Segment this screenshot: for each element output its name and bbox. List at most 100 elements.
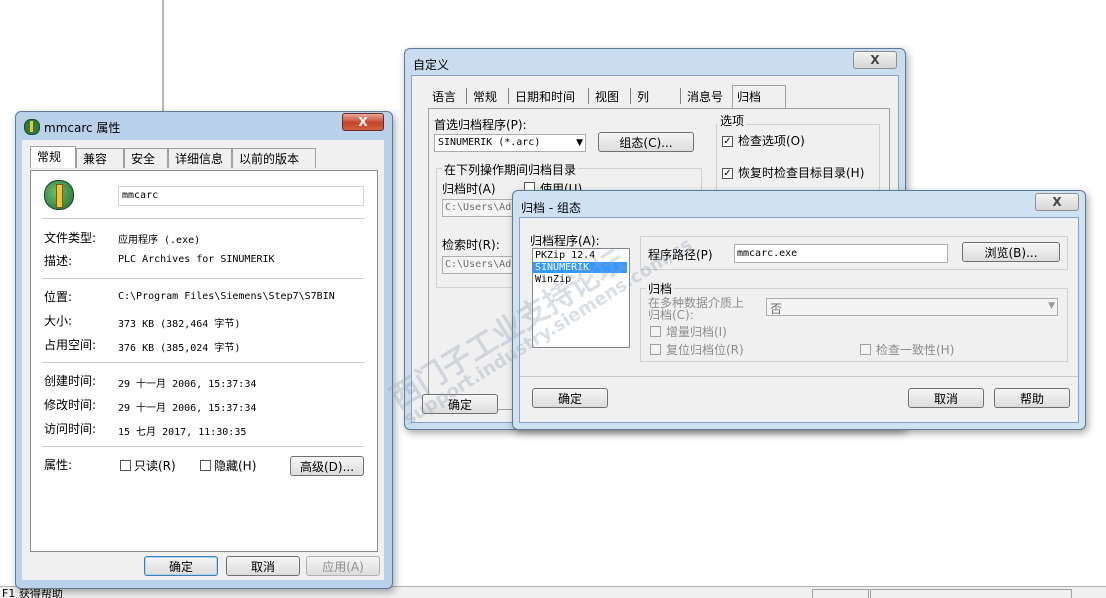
divider bbox=[42, 278, 364, 279]
readonly-checkbox[interactable] bbox=[120, 460, 131, 471]
file-type-value: 应用程序 (.exe) bbox=[118, 235, 201, 246]
tab-security-label: 安全 bbox=[131, 152, 156, 166]
tab-divider bbox=[508, 88, 509, 104]
path-input[interactable]: mmcarc.exe bbox=[734, 244, 948, 263]
programs-label: 归档程序(A): bbox=[530, 234, 600, 248]
multi-media-select[interactable]: 否 ▼ bbox=[766, 298, 1058, 316]
advanced-button[interactable]: 高级(D)... bbox=[290, 456, 364, 476]
pref-prog-label: 首选归档程序(P): bbox=[434, 118, 527, 132]
filename-value: mmcarc bbox=[122, 190, 159, 201]
divider bbox=[520, 376, 1078, 377]
tab-general[interactable]: 常规 bbox=[473, 88, 497, 105]
created-value: 29 十一月 2006, 15:37:34 bbox=[118, 379, 257, 390]
app-icon bbox=[24, 119, 40, 135]
tab-language[interactable]: 语言 bbox=[432, 88, 456, 105]
tab-compat[interactable]: 兼容性 bbox=[76, 148, 124, 186]
list-item[interactable]: PKZip 12.4 bbox=[535, 250, 625, 261]
pref-prog-select[interactable]: SINUMERIK (*.arc) ▼ bbox=[434, 134, 586, 152]
window-title: mmcarc 属性 bbox=[44, 121, 121, 135]
size-label: 大小: bbox=[44, 314, 73, 328]
tab-divider bbox=[680, 88, 681, 104]
properties-window: mmcarc 属性 X 常规 兼容性 安全 详细信息 以前的版本 mmcarc … bbox=[15, 111, 393, 589]
readonly-label: 只读(R) bbox=[134, 459, 176, 473]
config-button[interactable]: 组态(C)... bbox=[598, 132, 694, 152]
ok-label: 确定 bbox=[557, 392, 582, 406]
archive-path-field[interactable]: C:\Users\Ad bbox=[442, 199, 522, 217]
chevron-down-icon: ▼ bbox=[576, 138, 583, 148]
archive-help-button[interactable]: 帮助 bbox=[994, 388, 1070, 408]
retrieve-when-label: 检索时(R): bbox=[442, 238, 500, 252]
help-label: 帮助 bbox=[1019, 392, 1044, 406]
accessed-value: 15 七月 2017, 11:30:35 bbox=[118, 427, 247, 438]
close-button[interactable]: X bbox=[1035, 193, 1079, 211]
location-value: C:\Program Files\Siemens\Step7\S7BIN bbox=[118, 291, 335, 302]
divider bbox=[42, 218, 364, 219]
tab-general[interactable]: 常规 bbox=[30, 146, 76, 168]
archive-client: 归档程序(A): PKZip 12.4 SINUMERIK WinZip 程序路… bbox=[519, 217, 1079, 423]
ok-label: 确定 bbox=[168, 560, 193, 574]
tab-panel bbox=[30, 170, 378, 552]
incremental-checkbox[interactable] bbox=[650, 326, 661, 337]
check-consistency-checkbox[interactable] bbox=[860, 344, 871, 355]
tab-view[interactable]: 视图 bbox=[595, 88, 619, 105]
archive-dir-group-title: 在下列操作期间归档目录 bbox=[442, 161, 579, 178]
properties-client: 常规 兼容性 安全 详细信息 以前的版本 mmcarc 文件类型: 应用程序 (… bbox=[22, 140, 384, 580]
divider bbox=[42, 362, 364, 363]
tab-security[interactable]: 安全 bbox=[124, 148, 168, 168]
app-icon-accent bbox=[30, 121, 33, 132]
archive-ok-button[interactable]: 确定 bbox=[532, 388, 608, 408]
cancel-button[interactable]: 取消 bbox=[226, 556, 300, 576]
list-item-selected[interactable]: SINUMERIK bbox=[533, 262, 627, 273]
ok-label: 确定 bbox=[447, 398, 472, 412]
attributes-label: 属性: bbox=[44, 458, 73, 472]
programs-list[interactable]: PKZip 12.4 SINUMERIK WinZip bbox=[532, 248, 630, 348]
modified-label: 修改时间: bbox=[44, 398, 97, 412]
file-icon-accent bbox=[56, 184, 63, 208]
reset-bit-checkbox[interactable] bbox=[650, 344, 661, 355]
size-value: 373 KB (382,464 字节) bbox=[118, 319, 241, 330]
hidden-checkbox[interactable] bbox=[200, 460, 211, 471]
archive-when-label: 归档时(A) bbox=[442, 182, 496, 196]
tab-message-no[interactable]: 消息号 bbox=[687, 88, 723, 105]
tab-strip: 语言 常规 日期和时间 视图 列 消息号 归档 bbox=[428, 85, 788, 108]
tab-previous[interactable]: 以前的版本 bbox=[232, 148, 316, 168]
modified-value: 29 十一月 2006, 15:37:34 bbox=[118, 403, 257, 414]
restore-check-checkbox[interactable]: ✓ bbox=[722, 168, 733, 179]
custom-ok-button[interactable]: 确定 bbox=[422, 394, 498, 414]
filename-input[interactable]: mmcarc bbox=[118, 186, 364, 206]
created-label: 创建时间: bbox=[44, 374, 97, 388]
config-button-label: 组态(C)... bbox=[619, 136, 673, 150]
tab-details-label: 详细信息 bbox=[175, 152, 224, 166]
divider bbox=[42, 446, 364, 447]
file-type-label: 文件类型: bbox=[44, 231, 97, 245]
hidden-label: 隐藏(H) bbox=[214, 459, 257, 473]
path-value: mmcarc.exe bbox=[737, 248, 798, 259]
tab-datetime[interactable]: 日期和时间 bbox=[515, 88, 575, 105]
close-icon: X bbox=[870, 53, 880, 67]
tab-columns[interactable]: 列 bbox=[637, 88, 649, 105]
chevron-down-icon: ▼ bbox=[1048, 301, 1055, 311]
tab-divider bbox=[588, 88, 589, 104]
check-option-checkbox[interactable]: ✓ bbox=[722, 136, 733, 147]
advanced-label: 高级(D)... bbox=[299, 460, 355, 474]
multi-media-label-2: 归档(C): bbox=[648, 308, 694, 322]
archive-cancel-button[interactable]: 取消 bbox=[908, 388, 984, 408]
tab-divider bbox=[630, 88, 631, 104]
path-label: 程序路径(P) bbox=[648, 248, 713, 262]
close-button[interactable]: X bbox=[853, 51, 897, 69]
disk-size-value: 376 KB (385,024 字节) bbox=[118, 343, 241, 354]
list-item[interactable]: WinZip bbox=[535, 274, 625, 285]
apply-button[interactable]: 应用(A) bbox=[306, 556, 380, 576]
browse-label: 浏览(B)... bbox=[984, 246, 1038, 260]
tab-details[interactable]: 详细信息 bbox=[168, 148, 232, 168]
window-title: 归档 - 组态 bbox=[521, 201, 581, 215]
tab-archive[interactable]: 归档 bbox=[732, 85, 786, 108]
retrieve-path-field[interactable]: C:\Users\Ad bbox=[442, 256, 522, 274]
browse-button[interactable]: 浏览(B)... bbox=[962, 242, 1060, 262]
description-value: PLC Archives for SINUMERIK bbox=[118, 254, 275, 265]
tab-previous-label: 以前的版本 bbox=[239, 152, 300, 166]
close-button[interactable]: X bbox=[342, 113, 384, 131]
description-label: 描述: bbox=[44, 254, 73, 268]
close-icon: X bbox=[1052, 195, 1062, 209]
ok-button[interactable]: 确定 bbox=[144, 556, 218, 576]
